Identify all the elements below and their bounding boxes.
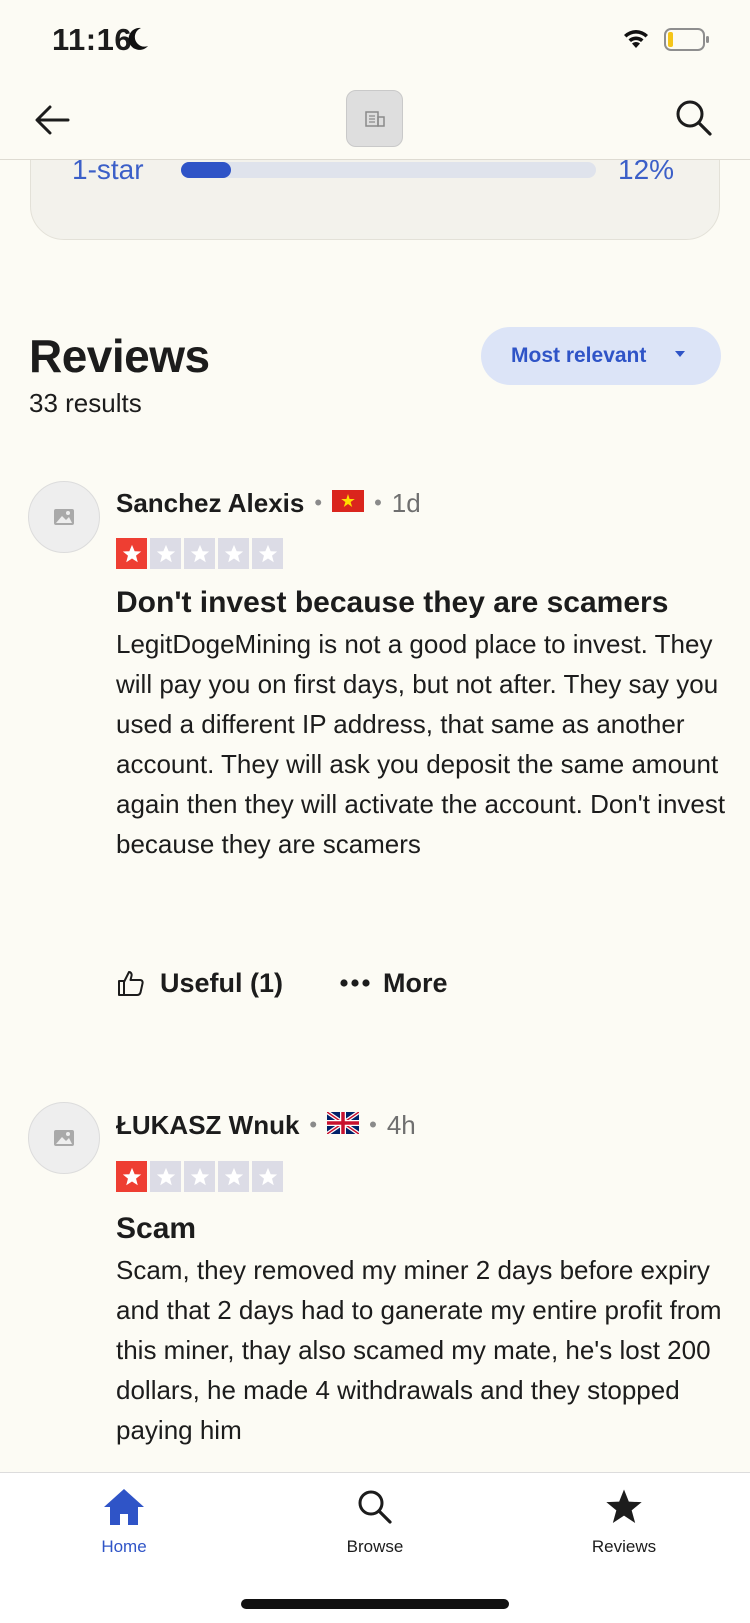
app-header bbox=[0, 82, 750, 160]
status-bar: 11:16 bbox=[0, 0, 750, 82]
review-body: LegitDogeMining is not a good place to i… bbox=[116, 629, 726, 859]
useful-label: Useful (1) bbox=[160, 967, 284, 998]
back-arrow-icon bbox=[35, 105, 70, 135]
separator-dot: • bbox=[309, 1112, 318, 1137]
sort-dropdown[interactable]: Most relevant bbox=[481, 327, 721, 385]
separator-dot: • bbox=[374, 490, 382, 515]
home-indicator bbox=[241, 1599, 509, 1609]
sort-label: Most relevant bbox=[511, 344, 647, 367]
nav-home[interactable]: Home bbox=[49, 1487, 199, 1557]
reviewer-avatar[interactable] bbox=[28, 1102, 100, 1174]
reviewer-meta: Sanchez Alexis • • 1d bbox=[116, 485, 421, 521]
reviewer-name[interactable]: ŁUKASZ Wnuk bbox=[116, 1110, 299, 1141]
review-actions: Useful (1) More bbox=[116, 963, 448, 1003]
star-filled-icon bbox=[116, 538, 147, 569]
review-title[interactable]: Don't invest because they are scamers bbox=[116, 586, 731, 620]
star-icon bbox=[606, 1489, 642, 1523]
rating-bar-track[interactable] bbox=[181, 162, 596, 178]
review-body: Scam, they removed my miner 2 days befor… bbox=[116, 1255, 722, 1445]
separator-dot: • bbox=[369, 1112, 377, 1137]
thumbs-up-icon bbox=[118, 971, 144, 996]
caret-down-icon bbox=[675, 351, 685, 357]
search-icon bbox=[358, 1490, 392, 1524]
star-empty-icon bbox=[252, 1161, 283, 1192]
separator-dot: • bbox=[314, 490, 323, 515]
vietnam-flag-icon bbox=[332, 489, 365, 517]
star-empty-icon bbox=[184, 1161, 215, 1192]
search-icon bbox=[676, 100, 712, 136]
more-button[interactable]: More bbox=[339, 968, 448, 999]
reviews-heading: Reviews bbox=[29, 330, 210, 382]
back-button[interactable] bbox=[32, 100, 82, 140]
nav-reviews-label: Reviews bbox=[591, 1537, 657, 1556]
star-empty-icon bbox=[150, 1161, 181, 1192]
image-placeholder-icon bbox=[54, 1130, 74, 1146]
image-placeholder-icon bbox=[54, 509, 74, 525]
company-logo bbox=[346, 90, 403, 147]
star-empty-icon bbox=[218, 538, 249, 569]
more-label: More bbox=[383, 967, 448, 998]
nav-browse-label: Browse bbox=[346, 1537, 404, 1556]
results-count: 33 results bbox=[29, 388, 142, 418]
rating-bar-fill bbox=[181, 162, 231, 178]
reviewer-meta: ŁUKASZ Wnuk • • 4h bbox=[116, 1107, 416, 1143]
uk-flag-icon bbox=[325, 1109, 361, 1139]
wifi-icon bbox=[621, 28, 651, 55]
nav-home-label: Home bbox=[101, 1537, 147, 1556]
nav-reviews[interactable]: Reviews bbox=[549, 1487, 699, 1557]
more-dots-icon bbox=[340, 979, 370, 987]
star-rating bbox=[116, 1161, 283, 1192]
star-filled-icon bbox=[116, 1161, 147, 1192]
battery-icon bbox=[664, 28, 710, 57]
review-title[interactable]: Scam bbox=[116, 1212, 196, 1246]
star-empty-icon bbox=[218, 1161, 249, 1192]
status-time: 11:16 bbox=[52, 22, 133, 57]
useful-button[interactable]: Useful (1) bbox=[116, 968, 283, 999]
review-age: 1d bbox=[391, 487, 421, 518]
moon-icon bbox=[126, 26, 150, 57]
reviewer-name[interactable]: Sanchez Alexis bbox=[116, 488, 304, 519]
nav-browse[interactable]: Browse bbox=[300, 1487, 450, 1557]
star-empty-icon bbox=[252, 538, 283, 569]
star-empty-icon bbox=[150, 538, 181, 569]
review-age: 4h bbox=[386, 1109, 416, 1140]
home-icon bbox=[104, 1489, 144, 1525]
building-icon bbox=[364, 110, 385, 127]
search-button[interactable] bbox=[674, 98, 718, 142]
star-empty-icon bbox=[184, 538, 215, 569]
reviewer-avatar[interactable] bbox=[28, 481, 100, 553]
star-rating bbox=[116, 538, 283, 569]
